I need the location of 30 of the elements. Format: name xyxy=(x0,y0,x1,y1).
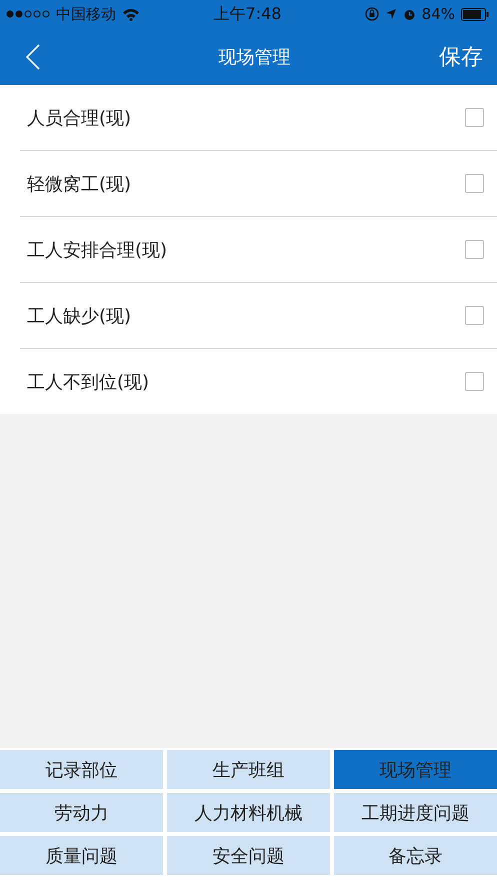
option-label: 工人缺少(现) xyxy=(27,304,132,328)
option-label: 轻微窝工(现) xyxy=(27,172,132,196)
checkbox[interactable] xyxy=(465,108,484,127)
category-tab[interactable]: 安全问题 xyxy=(167,836,330,875)
save-button[interactable]: 保存 xyxy=(423,42,483,72)
option-label: 人员合理(现) xyxy=(27,106,132,130)
category-tab[interactable]: 质量问题 xyxy=(0,836,163,875)
checkbox[interactable] xyxy=(465,372,484,391)
page-title: 现场管理 xyxy=(218,46,290,68)
category-tab[interactable]: 记录部位 xyxy=(0,750,163,789)
rotation-lock-icon xyxy=(364,7,379,21)
alarm-icon xyxy=(402,8,416,20)
option-label: 工人安排合理(现) xyxy=(27,238,168,262)
option-label: 工人不到位(现) xyxy=(27,370,150,394)
back-icon xyxy=(26,44,40,70)
wifi-icon xyxy=(122,8,140,20)
checkbox[interactable] xyxy=(465,306,484,325)
location-icon xyxy=(384,8,397,20)
category-tab[interactable]: 工期进度问题 xyxy=(334,793,497,832)
category-tab[interactable]: 劳动力 xyxy=(0,793,163,832)
category-tab[interactable]: 人力材料机械 xyxy=(167,793,330,832)
signal-icon xyxy=(6,10,50,18)
battery-icon xyxy=(461,8,489,20)
checkbox[interactable] xyxy=(465,174,484,193)
checkbox[interactable] xyxy=(465,240,484,259)
category-tab[interactable]: 备忘录 xyxy=(334,836,497,875)
category-tab[interactable]: 生产班组 xyxy=(167,750,330,789)
status-time: 上午7:48 xyxy=(214,4,282,24)
battery-percent: 84% xyxy=(422,5,455,23)
carrier-name: 中国移动 xyxy=(56,4,116,24)
